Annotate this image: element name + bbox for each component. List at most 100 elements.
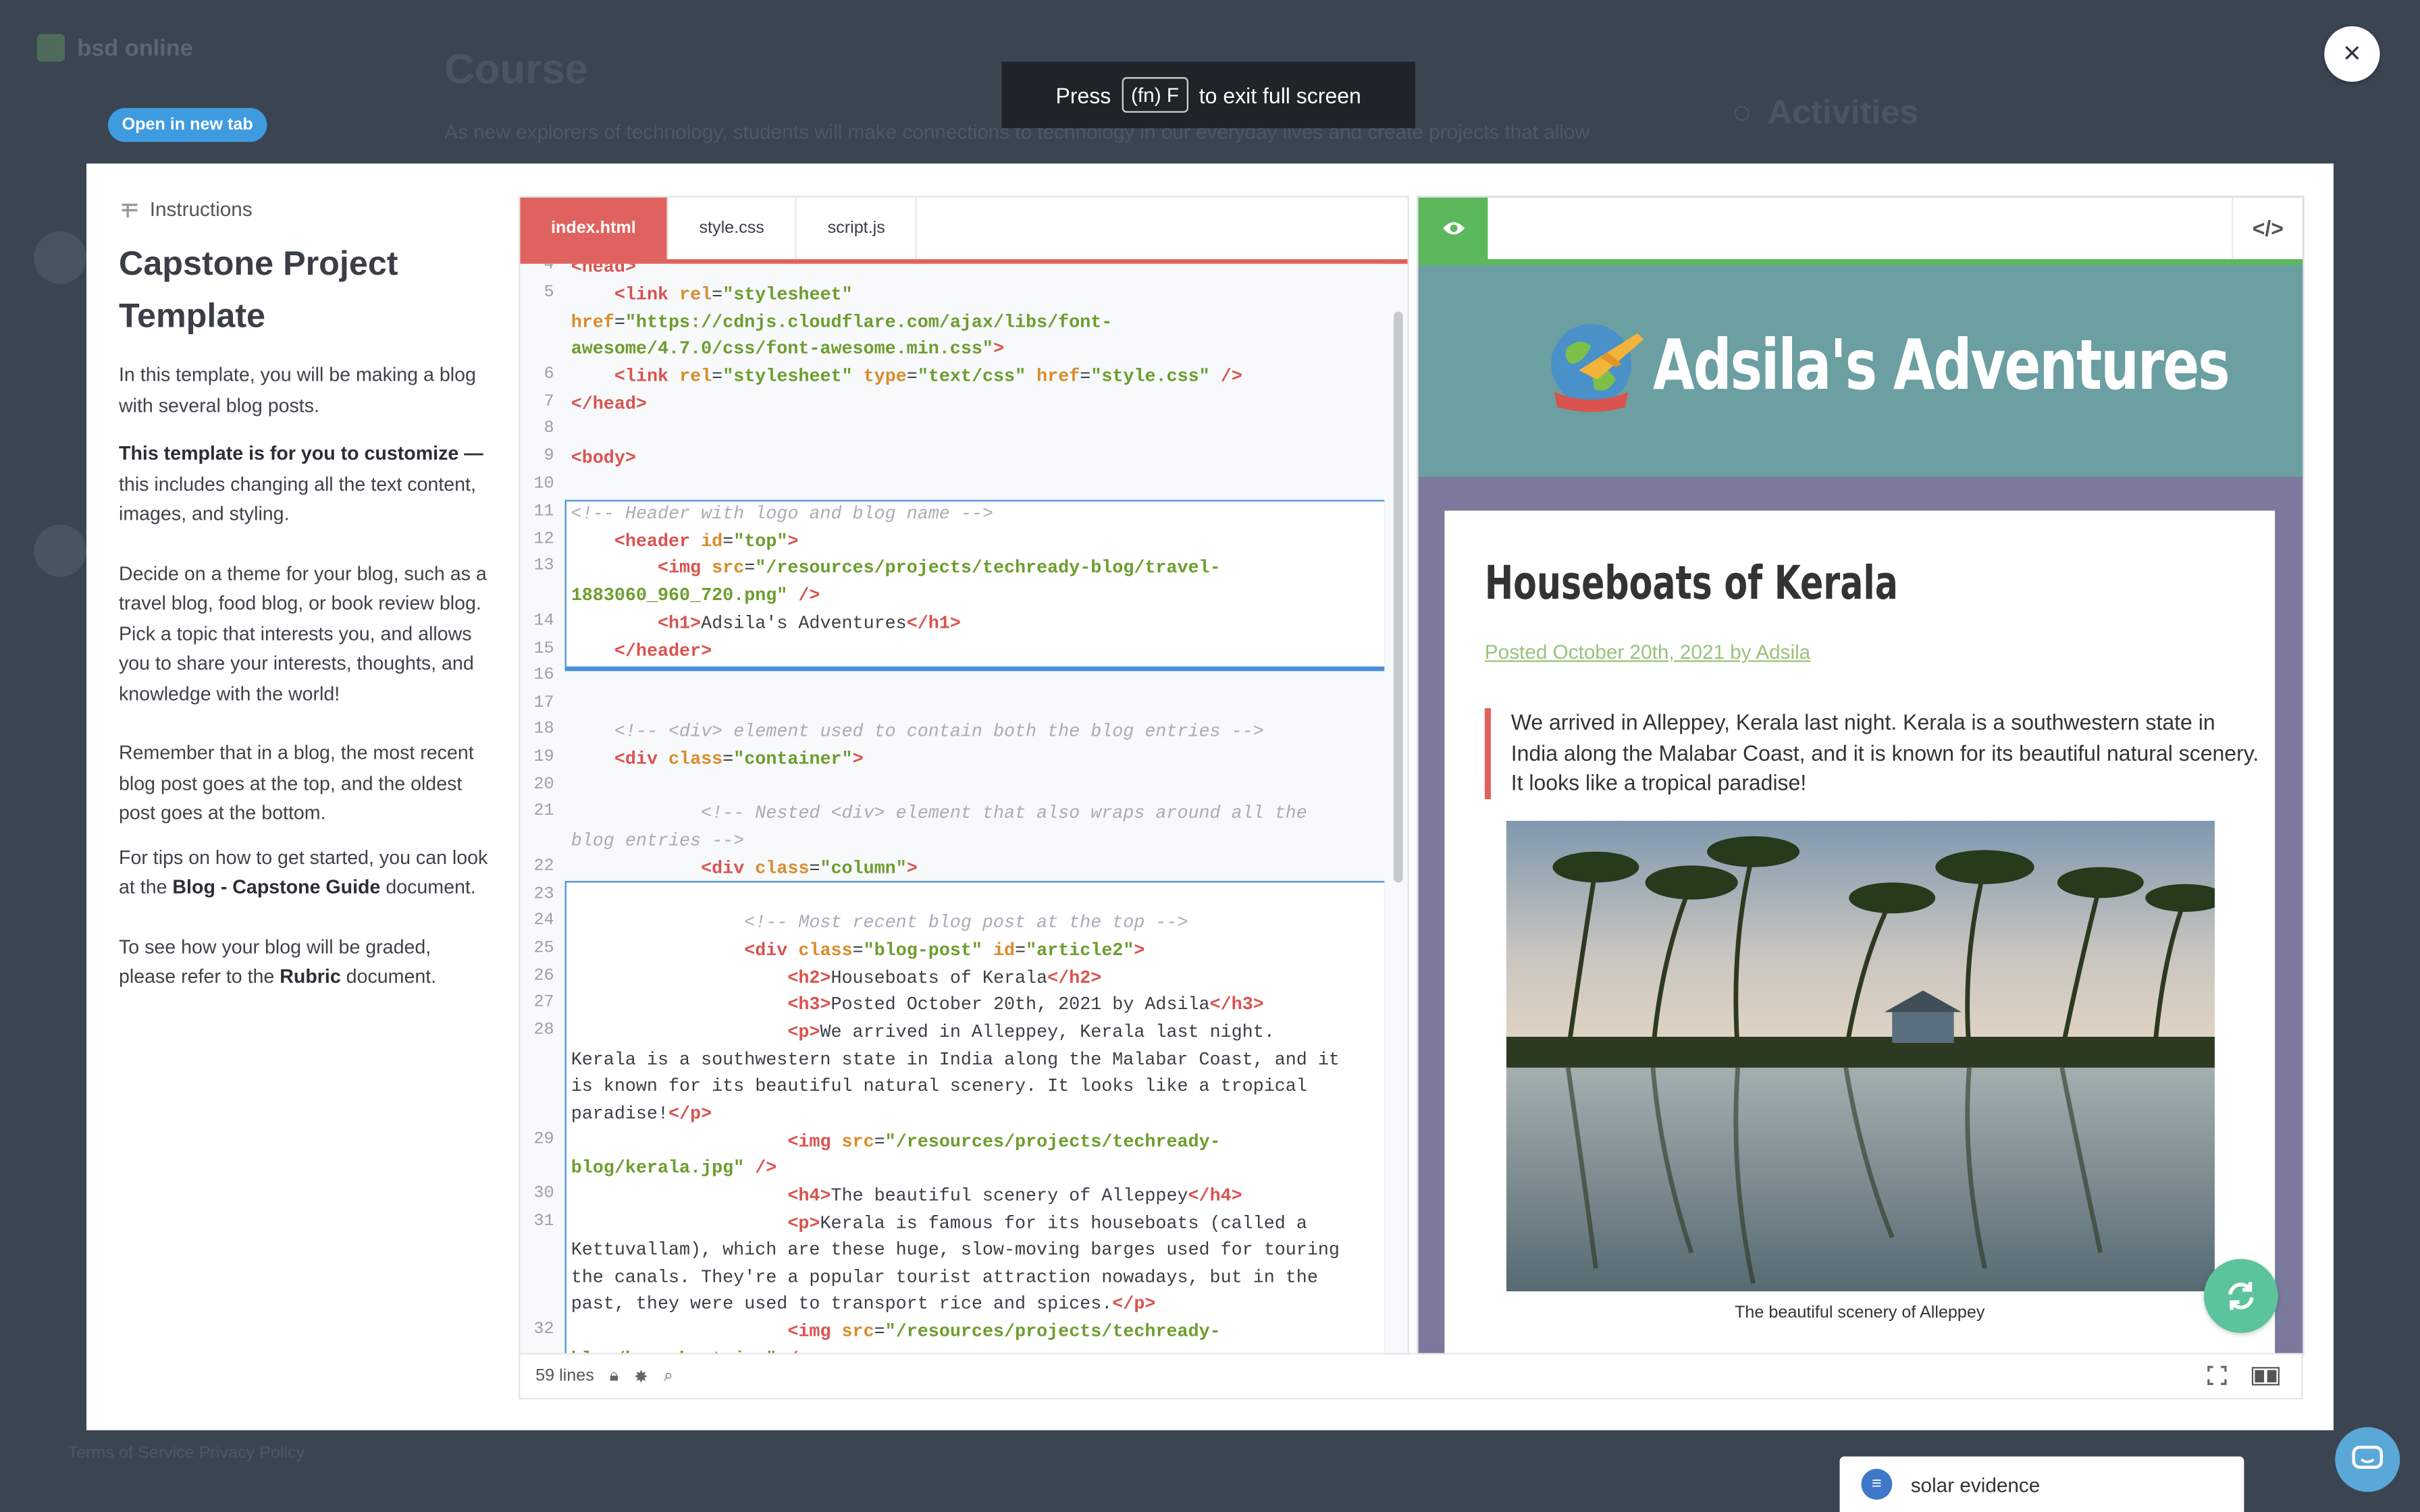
- code-line: <p>Kerala is famous for its houseboats (…: [787, 1212, 1307, 1235]
- line-number: 14: [533, 612, 554, 631]
- code-line: <img src="/resources/projects/techready-…: [657, 557, 1221, 579]
- line-number: 30: [533, 1185, 554, 1204]
- refresh-preview-button[interactable]: [2203, 1259, 2278, 1333]
- code-line: past, they were used to transport rice a…: [571, 1293, 1156, 1315]
- tab-index-html[interactable]: index.html: [520, 197, 668, 259]
- line-number: 9: [544, 447, 554, 466]
- view-code-button[interactable]: </>: [2232, 197, 2303, 259]
- line-number: 26: [533, 967, 554, 986]
- code-line: paradise!</p>: [571, 1103, 712, 1125]
- bug-icon[interactable]: ✸: [634, 1366, 648, 1386]
- close-icon: ×: [2343, 36, 2361, 70]
- code-line: Kettuvallam), which are these huge, slow…: [571, 1239, 1340, 1261]
- chat-widget[interactable]: ≡ solar evidence: [1839, 1456, 2244, 1512]
- instructions-paragraph: Remember that in a blog, the most recent…: [118, 742, 474, 824]
- line-number: 11: [533, 503, 554, 522]
- help-chat-button[interactable]: [2335, 1427, 2400, 1492]
- code-line: <p>We arrived in Alleppey, Kerala last n…: [787, 1021, 1275, 1044]
- kerala-photo: [1506, 820, 2215, 1292]
- code-line: Kerala is a southwestern state in India …: [571, 1049, 1340, 1071]
- code-line: <h1>Adsila's Adventures</h1>: [657, 612, 961, 634]
- code-line: <link rel="stylesheet" type="text/css" h…: [614, 365, 1242, 387]
- tab-style-css[interactable]: style.css: [668, 197, 797, 259]
- photo-caption: The beautiful scenery of Alleppey: [1735, 1303, 1985, 1322]
- file-tabs: index.html style.css script.js: [520, 197, 1408, 264]
- instructions-paragraph: Decide on a theme for your blog, such as…: [118, 562, 487, 705]
- open-in-new-tab-button[interactable]: Open in new tab: [107, 107, 267, 142]
- code-line: awesome/4.7.0/css/font-awesome.min.css">: [571, 338, 1004, 360]
- instructions-paragraph: In this template, you will be making a b…: [118, 364, 476, 416]
- course-title: Course: [444, 46, 588, 93]
- code-line: <!-- <div> element used to contain both …: [614, 720, 1264, 742]
- line-number: 29: [533, 1131, 554, 1150]
- avatar: [34, 231, 86, 284]
- code-line: <link rel="stylesheet": [614, 284, 853, 306]
- code-line: <header id="top">: [614, 531, 799, 553]
- preview-pane: </> Adsila's Adventures Houseboats of Ke…: [1417, 196, 2305, 1357]
- instructions-title: Capstone Project Template: [118, 244, 398, 335]
- instructions-paragraph: For tips on how to get started, you can …: [118, 846, 488, 898]
- line-number: 6: [544, 365, 554, 385]
- code-line: <h4>The beautiful scenery of Alleppey</h…: [787, 1185, 1242, 1207]
- line-number: 20: [533, 776, 554, 795]
- post-title: Houseboats of Kerala: [1484, 557, 1898, 612]
- search-icon[interactable]: ⌕: [664, 1366, 673, 1386]
- globe-plane-logo: [1551, 323, 1644, 412]
- rubric-link[interactable]: Rubric: [280, 966, 340, 988]
- lock-icon[interactable]: 🔒︎: [610, 1366, 619, 1386]
- avatar: [34, 524, 86, 577]
- capstone-guide-link[interactable]: Blog - Capstone Guide: [172, 876, 380, 898]
- code-line: <div class="column">: [701, 857, 918, 880]
- line-number: 17: [533, 694, 554, 713]
- code-line: </head>: [571, 393, 647, 415]
- code-line: blog/kerala.jpg" />: [571, 1157, 777, 1179]
- line-count: 59 lines: [535, 1367, 594, 1386]
- line-number: 10: [533, 475, 554, 494]
- preview-toolbar: </>: [1418, 197, 2303, 266]
- code-line: <!-- Header with logo and blog name -->: [571, 503, 993, 525]
- line-number: 27: [533, 993, 554, 1013]
- code-line: blog/houseboat.jpg" />: [571, 1349, 810, 1353]
- chat-icon: ≡: [1861, 1468, 1893, 1500]
- toast-key: (fn) F: [1122, 77, 1188, 113]
- tab-script-js[interactable]: script.js: [797, 197, 918, 259]
- close-button[interactable]: ×: [2324, 26, 2380, 82]
- line-number: 4: [544, 263, 554, 275]
- line-number: 24: [533, 911, 554, 931]
- post-meta[interactable]: Posted October 20th, 2021 by Adsila: [1485, 641, 1810, 664]
- code-editor: index.html style.css script.js 4 <head> …: [518, 196, 1409, 1357]
- message-icon: [2352, 1445, 2384, 1469]
- preview-toggle-button[interactable]: [1418, 197, 1488, 259]
- code-line: <img src="/resources/projects/techready-: [787, 1131, 1221, 1153]
- code-line: <div class="blog-post" id="article2">: [744, 939, 1145, 961]
- brand: bsd online: [36, 34, 193, 62]
- layout-icon[interactable]: [2251, 1366, 2280, 1389]
- line-number: 15: [533, 640, 554, 659]
- line-number: 8: [544, 419, 554, 439]
- code-line: <div class="container">: [614, 748, 864, 770]
- code-line: </header>: [614, 640, 712, 662]
- refresh-icon: [2228, 1282, 2254, 1310]
- code-area[interactable]: 4 <head> 5 <link rel="stylesheet" href="…: [520, 263, 1385, 1353]
- line-number: 12: [533, 531, 554, 549]
- toast-press: Press: [1055, 82, 1111, 107]
- chat-label: solar evidence: [1910, 1472, 2041, 1496]
- instructions-paragraph: To see how your blog will be graded, ple…: [118, 936, 437, 988]
- toast-rest: to exit full screen: [1199, 82, 1361, 107]
- lightbulb-icon: ○: [1731, 92, 1752, 132]
- line-number: 16: [533, 666, 554, 685]
- fullscreen-icon[interactable]: [2207, 1366, 2228, 1390]
- editor-scrollbar[interactable]: [1393, 311, 1403, 883]
- instructions-paragraph: This template is for you to customize — …: [118, 442, 483, 525]
- code-line: <head>: [571, 263, 636, 278]
- code-line: <h2>Houseboats of Kerala</h2>: [787, 967, 1102, 990]
- line-number: 23: [533, 885, 554, 905]
- line-number: 13: [533, 557, 554, 576]
- line-number: 32: [533, 1320, 554, 1339]
- code-line: <!-- Most recent blog post at the top --…: [744, 911, 1188, 934]
- post-text: We arrived in Alleppey, Kerala last nigh…: [1484, 708, 2264, 799]
- line-number: 28: [533, 1021, 554, 1040]
- code-line: is known for its beautiful natural scene…: [571, 1075, 1307, 1098]
- code-line: <body>: [571, 447, 636, 469]
- instructions-body: In this template, you will be making a b…: [119, 361, 490, 1008]
